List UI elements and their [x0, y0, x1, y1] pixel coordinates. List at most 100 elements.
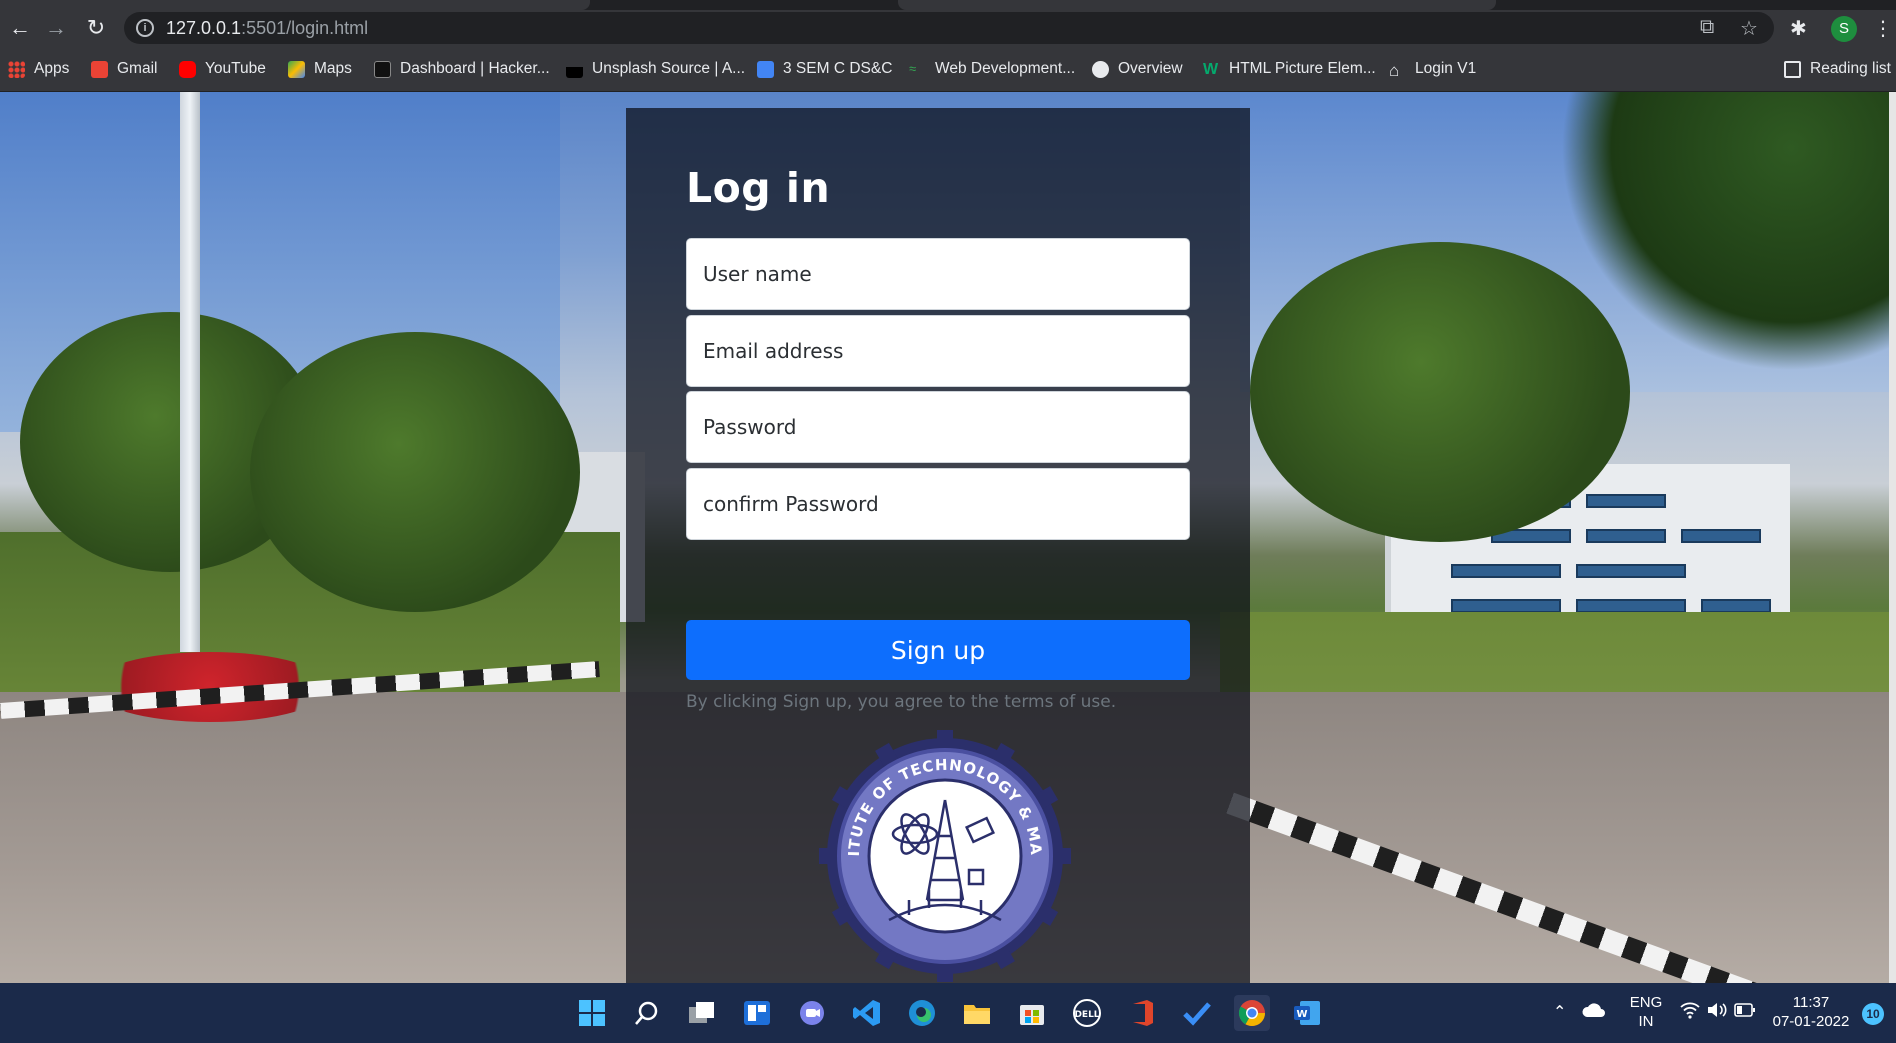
confirm-password-input[interactable]	[686, 468, 1190, 540]
classroom-icon	[757, 60, 774, 78]
bookmark-gmail[interactable]: Gmail	[91, 58, 157, 80]
username-input[interactable]	[686, 238, 1190, 310]
bookmark-maps[interactable]: Maps	[288, 58, 352, 80]
teams-chat-icon[interactable]	[794, 995, 830, 1031]
office-icon[interactable]	[1124, 995, 1160, 1031]
dell-icon[interactable]: DELL	[1069, 995, 1105, 1031]
bms-logo: B M S INSTITUTE OF TECHNOLOGY & MANAGEME…	[819, 730, 1071, 982]
terms-text: By clicking Sign up, you agree to the te…	[686, 692, 1117, 712]
bookmark-label: 3 SEM C DS&C	[783, 60, 893, 77]
address-bar[interactable]: i 127.0.0.1:5501/login.html ⧉ ☆	[124, 12, 1774, 44]
background-tree	[250, 332, 580, 612]
bookmark-apps[interactable]: Apps	[8, 58, 69, 80]
clock[interactable]: 11:37 07-01-2022	[1770, 993, 1852, 1031]
email-input[interactable]	[686, 315, 1190, 387]
onedrive-cloud-icon[interactable]	[1582, 1001, 1606, 1024]
start-icon[interactable]	[574, 995, 610, 1031]
apps-grid-icon	[8, 60, 25, 78]
password-input[interactable]	[686, 391, 1190, 463]
chrome-icon[interactable]	[1234, 995, 1270, 1031]
bookmark-w3schools[interactable]: W HTML Picture Elem...	[1203, 58, 1376, 80]
login-card: Log in Sign up By clicking Sign up, you …	[626, 108, 1250, 983]
youtube-icon	[179, 60, 196, 78]
sign-up-button[interactable]: Sign up	[686, 620, 1190, 680]
building-window	[1586, 529, 1666, 543]
svg-text:DELL: DELL	[1074, 1010, 1099, 1020]
file-explorer-icon[interactable]	[959, 995, 995, 1031]
background-palm	[1560, 92, 1889, 372]
browser-toolbar: ← → ↻ i 127.0.0.1:5501/login.html ⧉ ☆ ✱ …	[0, 10, 1896, 46]
volume-icon[interactable]	[1706, 1001, 1728, 1024]
gmail-icon	[91, 60, 108, 78]
globe-icon	[1092, 60, 1109, 78]
bookmark-star-icon[interactable]: ☆	[1740, 16, 1758, 41]
bookmark-label: Gmail	[117, 60, 158, 77]
back-icon[interactable]: ←	[6, 14, 34, 42]
language-indicator[interactable]: ENG IN	[1624, 993, 1668, 1031]
building-window	[1701, 599, 1771, 613]
bookmark-label: Web Development...	[935, 60, 1076, 77]
page-scrollbar[interactable]	[1889, 92, 1896, 983]
bookmark-overview[interactable]: Overview	[1092, 58, 1183, 80]
background-lamp-pole	[180, 92, 200, 652]
form-title: Log in	[686, 164, 831, 212]
store-icon[interactable]	[1014, 995, 1050, 1031]
word-icon[interactable]: W	[1289, 995, 1325, 1031]
extensions-icon[interactable]: ✱	[1790, 16, 1807, 41]
task-view-icon[interactable]	[684, 995, 720, 1031]
bookmarks-bar: Apps Gmail YouTube Maps Dashboard | Hack…	[0, 46, 1896, 92]
reading-list-icon	[1784, 60, 1801, 78]
profile-avatar[interactable]: S	[1831, 16, 1857, 42]
tray-overflow-chevron-icon[interactable]: ⌃	[1553, 1003, 1566, 1022]
bookmark-label: HTML Picture Elem...	[1229, 60, 1376, 77]
tab-strip	[0, 0, 1896, 10]
bookmark-label: Unsplash Source | A...	[592, 60, 746, 77]
tab-active[interactable]	[898, 0, 1496, 10]
building-window	[1576, 599, 1686, 613]
forward-icon[interactable]: →	[42, 14, 70, 42]
reload-icon[interactable]: ↻	[82, 14, 110, 42]
clock-time: 11:37	[1792, 994, 1830, 1011]
building-window	[1451, 599, 1561, 613]
building-window	[1451, 564, 1561, 578]
windows-taskbar: DELL W ⌃ ENG IN 11:37 07-01-2022 10	[0, 983, 1896, 1043]
svg-text:W: W	[1296, 1009, 1307, 1020]
menu-kebab-icon[interactable]: ⋮	[1873, 16, 1893, 41]
wifi-icon[interactable]	[1680, 1001, 1700, 1024]
battery-icon[interactable]	[1734, 1002, 1756, 1023]
tab-left[interactable]	[0, 0, 590, 10]
bookmark-label: YouTube	[205, 60, 266, 77]
clock-date: 07-01-2022	[1772, 1013, 1850, 1030]
url-path: :5501/login.html	[241, 18, 369, 38]
vscode-icon[interactable]	[849, 995, 885, 1031]
bookmark-label: Login V1	[1415, 60, 1477, 77]
todo-icon[interactable]	[1179, 995, 1215, 1031]
widgets-icon[interactable]	[739, 995, 775, 1031]
building-window	[1681, 529, 1761, 543]
search-icon[interactable]	[629, 995, 665, 1031]
share-icon[interactable]: ⧉	[1700, 16, 1714, 39]
building-window	[1586, 494, 1666, 508]
bookmark-webdev[interactable]: ≈ Web Development...	[909, 58, 1075, 80]
bookmark-label: Overview	[1118, 60, 1183, 77]
url-text[interactable]: 127.0.0.1:5501/login.html	[166, 18, 368, 39]
bookmark-login-v1[interactable]: ⌂ Login V1	[1389, 58, 1476, 80]
bookmark-youtube[interactable]: YouTube	[179, 58, 266, 80]
language-code: ENG	[1629, 994, 1663, 1011]
unsplash-icon	[566, 60, 583, 78]
bookmark-hackerrank[interactable]: Dashboard | Hacker...	[374, 58, 550, 80]
site-info-icon[interactable]: i	[136, 19, 154, 37]
bookmark-classroom[interactable]: 3 SEM C DS&C	[757, 58, 892, 80]
bookmark-unsplash[interactable]: Unsplash Source | A...	[566, 58, 745, 80]
webdev-icon: ≈	[909, 60, 917, 76]
bookmark-label: Dashboard | Hacker...	[400, 60, 550, 77]
edge-icon[interactable]	[904, 995, 940, 1031]
notification-badge[interactable]: 10	[1862, 1003, 1884, 1025]
reading-list-button[interactable]: Reading list	[1784, 58, 1891, 80]
bookmark-label: Apps	[34, 60, 70, 77]
page-viewport: Log in Sign up By clicking Sign up, you …	[0, 92, 1889, 983]
language-region: IN	[1638, 1013, 1654, 1030]
w3schools-icon: W	[1203, 60, 1219, 78]
reading-list-label: Reading list	[1810, 60, 1891, 77]
building-window	[1576, 564, 1686, 578]
